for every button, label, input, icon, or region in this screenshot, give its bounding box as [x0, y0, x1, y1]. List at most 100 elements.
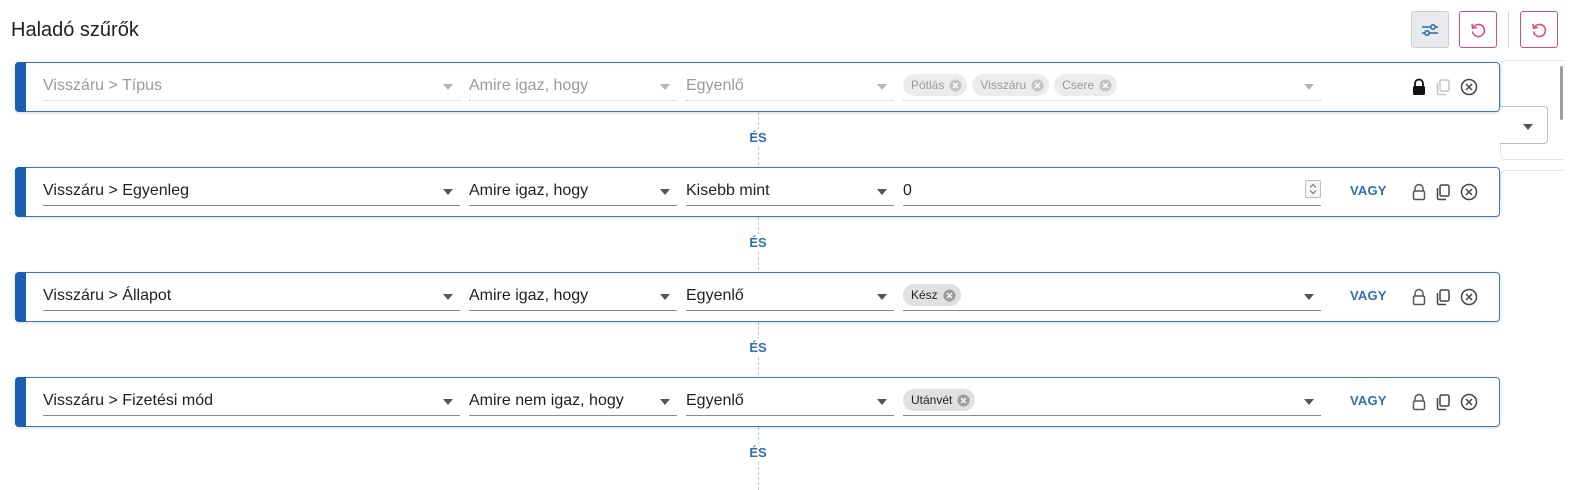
value-chip[interactable]: Kész — [903, 284, 961, 306]
chip-remove-icon[interactable] — [949, 78, 962, 92]
copy-icon[interactable] — [1433, 392, 1453, 412]
operator-value: Egyenlő — [686, 77, 744, 94]
copy-icon[interactable] — [1433, 287, 1453, 307]
chevron-down-icon — [1304, 294, 1314, 300]
and-connector-label[interactable]: ÉS — [738, 129, 778, 147]
operator-select[interactable]: Egyenlő — [686, 285, 894, 311]
lock-open-icon[interactable] — [1409, 182, 1429, 202]
operator-value: Kisebb mint — [686, 182, 770, 199]
chevron-down-icon — [443, 84, 453, 90]
field-select[interactable]: Visszáru > Típus — [43, 75, 460, 101]
condition-value: Amire igaz, hogy — [469, 287, 589, 304]
chevron-down-icon — [1523, 124, 1533, 130]
remove-row-icon[interactable] — [1459, 77, 1479, 97]
field-value: Visszáru > Típus — [43, 77, 163, 94]
condition-value: Amire igaz, hogy — [469, 182, 589, 199]
field-value: Visszáru > Állapot — [43, 287, 172, 304]
chip-remove-icon[interactable] — [1031, 78, 1044, 92]
value-multiselect[interactable]: Kész — [903, 283, 1321, 311]
lock-open-icon[interactable] — [1409, 287, 1429, 307]
operator-select[interactable]: Kisebb mint — [686, 180, 894, 206]
field-value: Visszáru > Fizetési mód — [43, 392, 213, 409]
value-chip[interactable]: Visszáru — [972, 74, 1050, 96]
filter-row: Visszáru > Típus Amire igaz, hogy Egyenl… — [15, 62, 1500, 112]
stepper-arrows-icon — [1309, 183, 1317, 195]
value-number-input[interactable]: 0 — [903, 180, 1321, 206]
operator-select[interactable]: Egyenlő — [686, 390, 894, 416]
row-accent — [15, 377, 26, 427]
and-connector-label[interactable]: ÉS — [738, 444, 778, 462]
copy-icon[interactable] — [1433, 182, 1453, 202]
side-select[interactable] — [1500, 106, 1548, 144]
or-button[interactable]: VAGY — [1350, 393, 1387, 408]
filter-row: Visszáru > Fizetési mód Amire nem igaz, … — [15, 377, 1500, 427]
copy-icon[interactable] — [1433, 77, 1453, 97]
chevron-down-icon — [660, 399, 670, 405]
chevron-down-icon — [660, 294, 670, 300]
chip-label: Visszáru — [980, 78, 1027, 92]
toolbar-divider — [1508, 11, 1509, 48]
and-connector-label[interactable]: ÉS — [738, 339, 778, 357]
filter-row: Visszáru > Egyenleg Amire igaz, hogy Kis… — [15, 167, 1500, 217]
chevron-down-icon — [660, 189, 670, 195]
reset-icon — [1532, 23, 1547, 37]
field-select[interactable]: Visszáru > Egyenleg — [43, 180, 460, 206]
value-multiselect[interactable]: Utánvét — [903, 388, 1321, 416]
side-panel-secondary — [1500, 170, 1564, 200]
condition-select[interactable]: Amire nem igaz, hogy — [469, 390, 677, 416]
filter-settings-button[interactable] — [1411, 11, 1449, 48]
chevron-down-icon — [877, 84, 887, 90]
chip-label: Utánvét — [911, 393, 953, 407]
page-title: Haladó szűrők — [11, 19, 139, 41]
remove-row-icon[interactable] — [1459, 182, 1479, 202]
number-value: 0 — [903, 182, 912, 199]
or-button[interactable]: VAGY — [1350, 183, 1387, 198]
number-stepper[interactable] — [1305, 180, 1321, 198]
condition-select[interactable]: Amire igaz, hogy — [469, 285, 677, 311]
value-chip[interactable]: Csere — [1054, 74, 1118, 96]
or-button[interactable]: VAGY — [1350, 288, 1387, 303]
operator-value: Egyenlő — [686, 392, 744, 409]
chevron-down-icon — [877, 189, 887, 195]
chip-label: Kész — [911, 288, 938, 302]
operator-select[interactable]: Egyenlő — [686, 75, 894, 101]
row-accent — [15, 62, 26, 112]
condition-value: Amire nem igaz, hogy — [469, 392, 624, 409]
condition-select[interactable]: Amire igaz, hogy — [469, 75, 677, 101]
chevron-down-icon — [443, 189, 453, 195]
value-chip[interactable]: Pótlás — [903, 74, 968, 96]
operator-value: Egyenlő — [686, 287, 744, 304]
chip-remove-icon[interactable] — [943, 288, 956, 302]
row-accent — [15, 167, 26, 217]
row-accent — [15, 272, 26, 322]
value-multiselect[interactable]: Pótlás Visszáru Csere — [903, 73, 1321, 101]
chevron-down-icon — [660, 84, 670, 90]
lock-closed-icon[interactable] — [1409, 77, 1429, 97]
field-value: Visszáru > Egyenleg — [43, 182, 190, 199]
chip-remove-icon[interactable] — [957, 393, 970, 407]
remove-row-icon[interactable] — [1459, 287, 1479, 307]
filter-settings-icon — [1422, 23, 1438, 36]
reset-all-button[interactable] — [1520, 11, 1558, 48]
filter-row: Visszáru > Állapot Amire igaz, hogy Egye… — [15, 272, 1500, 322]
value-chip[interactable]: Utánvét — [903, 389, 976, 411]
reset-icon — [1471, 23, 1486, 37]
chevron-down-icon — [443, 399, 453, 405]
and-connector-label[interactable]: ÉS — [738, 234, 778, 252]
reset-button[interactable] — [1459, 11, 1497, 48]
chip-remove-icon[interactable] — [1099, 78, 1112, 92]
chip-label: Csere — [1062, 78, 1095, 92]
chevron-down-icon — [877, 294, 887, 300]
remove-row-icon[interactable] — [1459, 392, 1479, 412]
field-select[interactable]: Visszáru > Fizetési mód — [43, 390, 460, 416]
field-select[interactable]: Visszáru > Állapot — [43, 285, 460, 311]
chevron-down-icon — [1304, 84, 1314, 90]
scrollbar[interactable] — [1560, 66, 1563, 120]
lock-open-icon[interactable] — [1409, 392, 1429, 412]
chip-label: Pótlás — [911, 78, 945, 92]
chevron-down-icon — [1304, 399, 1314, 405]
chevron-down-icon — [877, 399, 887, 405]
condition-value: Amire igaz, hogy — [469, 77, 589, 94]
chevron-down-icon — [443, 294, 453, 300]
condition-select[interactable]: Amire igaz, hogy — [469, 180, 677, 206]
